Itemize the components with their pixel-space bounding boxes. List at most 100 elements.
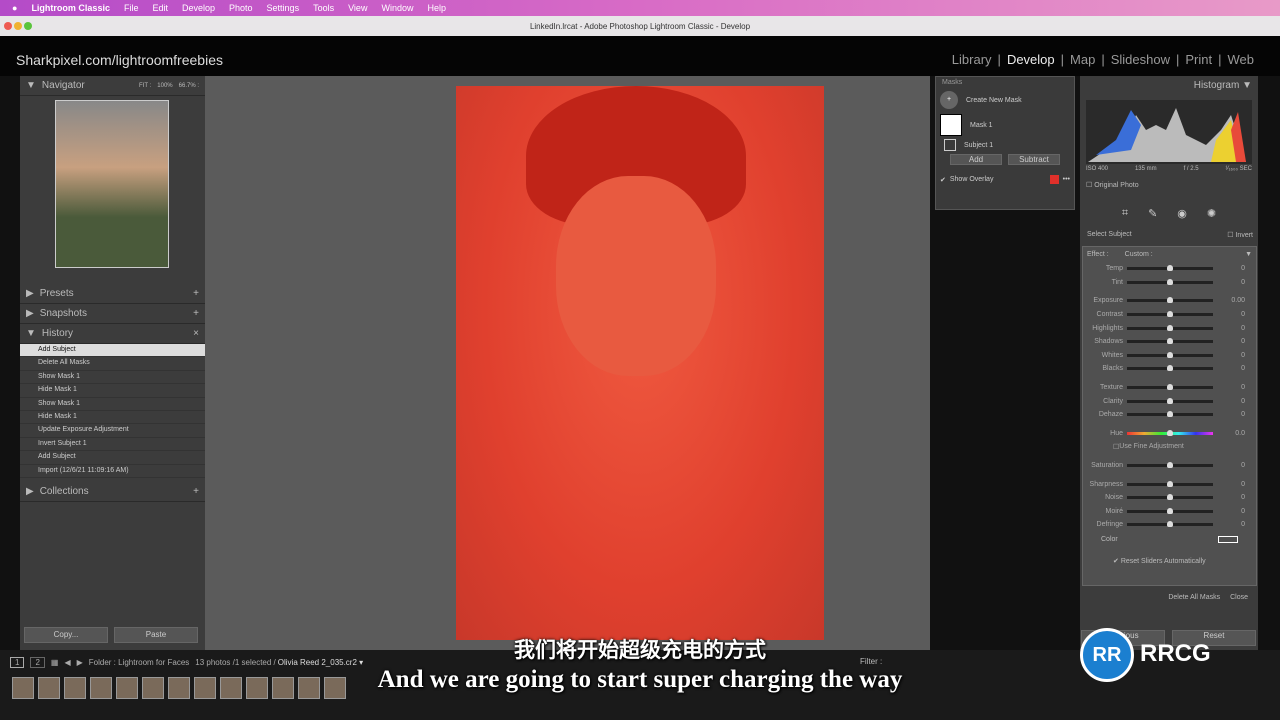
- slider-value[interactable]: 0: [1213, 481, 1245, 488]
- navigator-header[interactable]: ▼ Navigator FIT :100% 66.7% :: [20, 76, 205, 96]
- slider-value[interactable]: 0: [1213, 508, 1245, 515]
- slider-value[interactable]: 0: [1213, 365, 1245, 372]
- effect-dropdown[interactable]: Custom :: [1125, 251, 1153, 258]
- slider-thumb[interactable]: [1167, 429, 1173, 436]
- navigator-preview[interactable]: [20, 96, 205, 284]
- module-library[interactable]: Library: [952, 52, 992, 67]
- zoom-fit[interactable]: FIT :: [139, 83, 151, 89]
- subject-1[interactable]: Subject 1: [964, 142, 993, 149]
- history-header[interactable]: ▼ History ×: [20, 324, 205, 344]
- menu-settings[interactable]: Settings: [267, 3, 300, 13]
- collapse-triangle-icon[interactable]: ▼: [1245, 251, 1252, 258]
- add-button[interactable]: Add: [950, 154, 1002, 165]
- slider-track[interactable]: [1127, 507, 1213, 514]
- histogram-title[interactable]: Histogram ▼: [1080, 76, 1258, 95]
- menu-edit[interactable]: Edit: [152, 3, 168, 13]
- slider-value[interactable]: 0: [1213, 311, 1245, 318]
- show-overlay-checkbox[interactable]: ✔: [940, 176, 946, 184]
- menu-help[interactable]: Help: [427, 3, 446, 13]
- history-item[interactable]: Update Exposure Adjustment: [20, 424, 205, 438]
- invert-checkbox[interactable]: ☐ Invert: [1227, 231, 1253, 239]
- slider-track[interactable]: [1127, 338, 1213, 345]
- snapshots-header[interactable]: ▶ Snapshots +: [20, 304, 205, 324]
- slider-track[interactable]: [1127, 494, 1213, 501]
- add-collection-icon[interactable]: +: [193, 486, 205, 497]
- reset-sliders-checkbox[interactable]: ✔ Reset Sliders Automatically: [1083, 547, 1256, 575]
- mask-thumbnail[interactable]: [940, 114, 962, 136]
- history-item[interactable]: Hide Mask 1: [20, 411, 205, 425]
- history-item[interactable]: Delete All Masks: [20, 357, 205, 371]
- collections-header[interactable]: ▶ Collections +: [20, 482, 205, 502]
- slider-thumb[interactable]: [1167, 338, 1173, 345]
- history-item[interactable]: Import (12/6/21 11:09:16 AM): [20, 465, 205, 478]
- menu-file[interactable]: File: [124, 3, 139, 13]
- history-item[interactable]: Show Mask 1: [20, 371, 205, 385]
- slider-thumb[interactable]: [1167, 324, 1173, 331]
- create-new-mask[interactable]: Create New Mask: [966, 97, 1022, 104]
- module-map[interactable]: Map: [1070, 52, 1095, 67]
- slider-track[interactable]: [1127, 462, 1213, 469]
- subtract-button[interactable]: Subtract: [1008, 154, 1060, 165]
- slider-thumb[interactable]: [1167, 411, 1173, 418]
- slider-track[interactable]: [1127, 278, 1213, 285]
- slider-value[interactable]: 0: [1213, 398, 1245, 405]
- slider-thumb[interactable]: [1167, 384, 1173, 391]
- slider-value[interactable]: 0.0: [1213, 430, 1245, 437]
- slider-value[interactable]: 0: [1213, 352, 1245, 359]
- module-web[interactable]: Web: [1228, 52, 1255, 67]
- slider-track[interactable]: [1127, 384, 1213, 391]
- slider-thumb[interactable]: [1167, 265, 1173, 272]
- clear-history-icon[interactable]: ×: [193, 328, 205, 339]
- slider-value[interactable]: 0: [1213, 279, 1245, 286]
- slider-value[interactable]: 0.00: [1213, 297, 1245, 304]
- close-window-button[interactable]: [4, 22, 12, 30]
- slider-thumb[interactable]: [1167, 521, 1173, 528]
- history-item[interactable]: Hide Mask 1: [20, 384, 205, 398]
- slider-value[interactable]: 0: [1213, 265, 1245, 272]
- history-item[interactable]: Add Subject: [20, 344, 205, 358]
- slider-value[interactable]: 0: [1213, 462, 1245, 469]
- menu-window[interactable]: Window: [381, 3, 413, 13]
- color-swatch[interactable]: [1218, 535, 1238, 543]
- slider-thumb[interactable]: [1167, 278, 1173, 285]
- zoom-button[interactable]: [24, 22, 32, 30]
- slider-value[interactable]: 0: [1213, 521, 1245, 528]
- fine-adjustment-checkbox[interactable]: ☐ Use Fine Adjustment: [1083, 440, 1256, 454]
- close-button[interactable]: Close: [1230, 594, 1248, 601]
- delete-all-masks-button[interactable]: Delete All Masks: [1168, 594, 1220, 601]
- slider-thumb[interactable]: [1167, 480, 1173, 487]
- slider-value[interactable]: 0: [1213, 494, 1245, 501]
- slider-track[interactable]: [1127, 297, 1213, 304]
- module-print[interactable]: Print: [1185, 52, 1212, 67]
- minimize-button[interactable]: [14, 22, 22, 30]
- slider-value[interactable]: 0: [1213, 411, 1245, 418]
- slider-track[interactable]: [1127, 311, 1213, 318]
- overlay-color-swatch[interactable]: [1049, 175, 1059, 184]
- zoom-custom[interactable]: 66.7% :: [179, 83, 199, 89]
- slider-thumb[interactable]: [1167, 494, 1173, 501]
- add-snapshot-icon[interactable]: +: [193, 308, 205, 319]
- slider-thumb[interactable]: [1167, 297, 1173, 304]
- slider-track[interactable]: [1127, 480, 1213, 487]
- menu-tools[interactable]: Tools: [313, 3, 334, 13]
- more-options-icon[interactable]: •••: [1063, 176, 1070, 183]
- history-item[interactable]: Add Subject: [20, 451, 205, 465]
- slider-value[interactable]: 0: [1213, 325, 1245, 332]
- photo-with-mask-overlay[interactable]: [456, 86, 824, 640]
- slider-track[interactable]: [1127, 324, 1213, 331]
- slider-track[interactable]: [1127, 351, 1213, 358]
- slider-track[interactable]: [1127, 411, 1213, 418]
- slider-track[interactable]: [1127, 521, 1213, 528]
- slider-thumb[interactable]: [1167, 462, 1173, 469]
- slider-track[interactable]: [1127, 365, 1213, 372]
- red-eye-icon[interactable]: ◉: [1177, 207, 1187, 220]
- zoom-100[interactable]: 100%: [157, 83, 172, 89]
- mask-1[interactable]: Mask 1: [970, 122, 993, 129]
- module-develop[interactable]: Develop: [1007, 52, 1055, 67]
- slider-thumb[interactable]: [1167, 507, 1173, 514]
- menu-photo[interactable]: Photo: [229, 3, 253, 13]
- slider-thumb[interactable]: [1167, 311, 1173, 318]
- menu-view[interactable]: View: [348, 3, 367, 13]
- slider-thumb[interactable]: [1167, 351, 1173, 358]
- create-mask-plus-icon[interactable]: +: [940, 91, 958, 109]
